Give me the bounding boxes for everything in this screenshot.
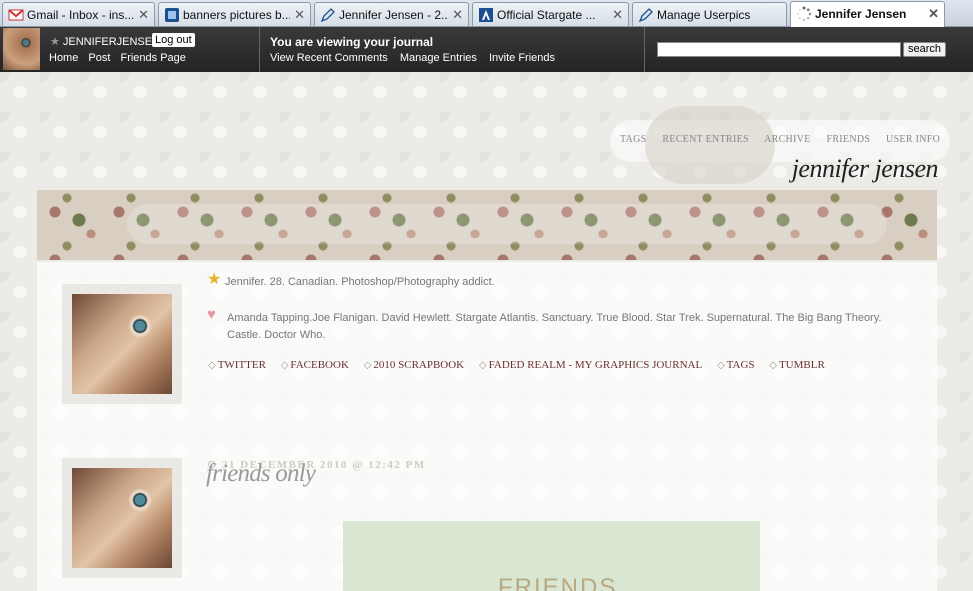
profile-userpic: [62, 284, 182, 404]
bio-text: Jennifer. 28. Canadian. Photoshop/Photog…: [225, 276, 495, 288]
journal-nav-items: TAGS RECENT ENTRIES ARCHIVE FRIENDS USER…: [620, 134, 953, 145]
photobucket-icon: [165, 8, 179, 22]
divider: [259, 27, 260, 72]
close-tab-icon[interactable]: ✕: [452, 7, 463, 23]
browser-tab-photobucket[interactable]: banners pictures b... ✕: [158, 2, 311, 26]
gmail-icon: [8, 9, 24, 21]
profile-line-interests: ♥ Amanda Tapping.Joe Flanigan. David Hew…: [207, 306, 897, 344]
profile-line-bio: ★ Jennifer. 28. Canadian. Photoshop/Phot…: [207, 271, 907, 291]
browser-tab-journal-2[interactable]: Jennifer Jensen - 2... ✕: [314, 2, 469, 26]
userpic-image: [72, 468, 172, 568]
close-tab-icon[interactable]: ✕: [138, 7, 149, 23]
close-tab-icon[interactable]: ✕: [294, 7, 305, 23]
sitebar-nav: Home Post Friends Page: [49, 52, 193, 64]
star-icon: ★: [50, 36, 60, 48]
view-recent-comments-link[interactable]: View Recent Comments: [270, 52, 388, 64]
facebook-link[interactable]: ◇ FACEBOOK: [281, 359, 349, 371]
nav-user-info-link[interactable]: USER INFO: [886, 134, 940, 145]
close-tab-icon[interactable]: ✕: [928, 6, 939, 22]
tab-label: Jennifer Jensen - 2...: [339, 8, 448, 22]
browser-tab-gmail[interactable]: Gmail - Inbox - ins... ✕: [2, 2, 155, 26]
browser-tab-strip: Gmail - Inbox - ins... ✕ banners picture…: [0, 0, 973, 27]
twitter-link[interactable]: ◇ TWITTER: [208, 359, 266, 371]
graphics-journal-link[interactable]: ◇ FADED REALM - MY GRAPHICS JOURNAL: [479, 359, 702, 371]
invite-friends-link[interactable]: Invite Friends: [489, 52, 555, 64]
star-icon: ★: [207, 271, 222, 288]
username-label: JENNIFERJENSEN: [62, 36, 161, 48]
banner-watermark: [127, 204, 887, 244]
tag-icon: ◇: [208, 360, 216, 371]
tag-icon: ◇: [716, 360, 725, 371]
search-button[interactable]: search: [903, 42, 947, 57]
tab-label: Jennifer Jensen: [815, 7, 907, 21]
manage-entries-link[interactable]: Manage Entries: [400, 52, 477, 64]
journal-page: TAGS RECENT ENTRIES ARCHIVE FRIENDS USER…: [0, 72, 973, 591]
loading-spinner-icon: [797, 6, 812, 22]
entry-userpic: [62, 458, 182, 578]
journal-nav: TAGS RECENT ENTRIES ARCHIVE FRIENDS USER…: [610, 106, 950, 184]
browser-tab-stargate[interactable]: Official Stargate ... ✕: [472, 2, 629, 26]
nav-home-link[interactable]: Home: [49, 52, 78, 64]
divider: [644, 27, 645, 72]
tag-icon: ◇: [280, 360, 289, 371]
livejournal-pencil-icon: [638, 8, 653, 23]
tag-icon: ◇: [478, 360, 487, 371]
nav-friends-page-link[interactable]: Friends Page: [120, 52, 185, 64]
tab-label: Manage Userpics: [657, 8, 751, 22]
tumblr-link[interactable]: ◇ TUMBLR: [769, 359, 825, 371]
tag-icon: ◇: [769, 360, 777, 371]
tab-label: banners pictures b...: [183, 8, 290, 22]
tab-label: Official Stargate ...: [497, 8, 596, 22]
sitebar-userpic[interactable]: [3, 28, 40, 70]
entry-image: FRIENDS: [343, 521, 760, 591]
nav-highlight: [645, 106, 775, 184]
profile-info: ★ Jennifer. 28. Canadian. Photoshop/Phot…: [207, 271, 907, 344]
tag-icon: ◇: [363, 360, 372, 371]
sitebar-username[interactable]: ★ JENNIFERJENSEN: [50, 35, 160, 48]
browser-tab-manage-userpics[interactable]: Manage Userpics: [632, 2, 787, 26]
profile-links: ◇ TWITTER ◇ FACEBOOK ◇ 2010 SCRAPBOOK ◇ FADE…: [208, 359, 837, 371]
site-bar: ★ JENNIFERJENSEN Log out Home Post Friend…: [0, 27, 973, 72]
scrapbook-link[interactable]: ◇ 2010 SCRAPBOOK: [364, 359, 464, 371]
entry-image-text: FRIENDS: [498, 574, 618, 591]
nav-tags-link[interactable]: TAGS: [620, 134, 647, 145]
nav-post-link[interactable]: Post: [88, 52, 110, 64]
viewing-journal-label: You are viewing your journal: [270, 35, 434, 49]
nav-recent-entries-link[interactable]: RECENT ENTRIES: [662, 134, 749, 145]
floral-banner: [37, 190, 937, 260]
logout-button[interactable]: Log out: [152, 33, 195, 47]
stargate-icon: [479, 8, 493, 22]
browser-tab-jennifer-jensen-active[interactable]: Jennifer Jensen ✕: [790, 1, 945, 27]
search-input[interactable]: [657, 42, 901, 57]
entry-subject[interactable]: friends only: [206, 460, 316, 488]
livejournal-pencil-icon: [320, 8, 335, 23]
interests-text: Amanda Tapping.Joe Flanigan. David Hewle…: [227, 312, 882, 341]
nav-archive-link[interactable]: ARCHIVE: [764, 134, 811, 145]
tab-label: Gmail - Inbox - ins...: [27, 8, 134, 22]
journal-title[interactable]: jennifer jensen: [792, 154, 939, 184]
close-tab-icon[interactable]: ✕: [612, 7, 623, 23]
userpic-image: [72, 294, 172, 394]
sitebar-journal-links: View Recent Comments Manage Entries Invi…: [270, 52, 564, 64]
tags-link[interactable]: ◇ TAGS: [717, 359, 755, 371]
nav-friends-link[interactable]: FRIENDS: [826, 134, 870, 145]
heart-icon: ♥: [207, 306, 216, 323]
